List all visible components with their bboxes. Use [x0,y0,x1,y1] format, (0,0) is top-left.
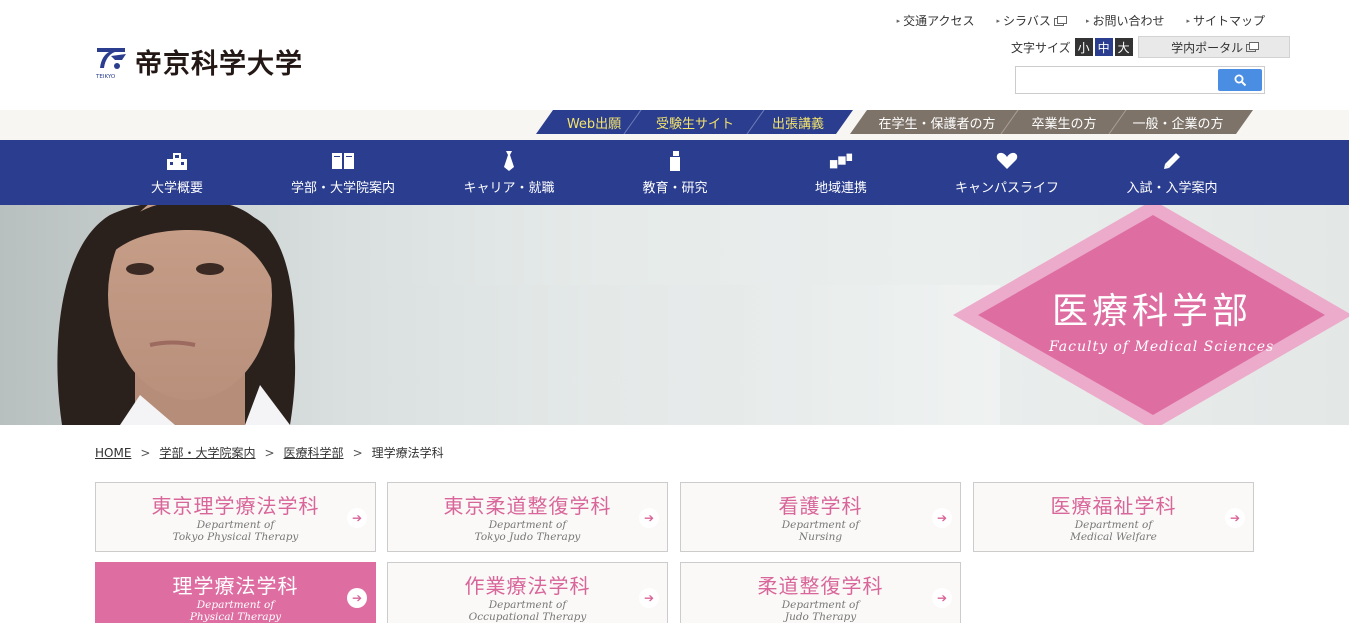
breadcrumb-current: 理学療法学科 [371,446,444,460]
pencil-icon [1160,150,1184,172]
breadcrumb-faculties[interactable]: 学部・大学院案内 [159,444,255,461]
util-link-contact[interactable]: ▸ お問い合わせ [1086,12,1165,29]
dept-card-physical-therapy[interactable]: 理学療法学科 Department of Physical Therapy ➔ [95,562,376,623]
arrow-icon: ▸ [996,16,1001,25]
arrow-right-icon: ➔ [932,588,952,608]
breadcrumb-separator: > [352,445,363,460]
nav-community[interactable]: 地域連携 [761,140,921,205]
dept-card-occupational-therapy[interactable]: 作業療法学科 Department of Occupational Therap… [387,562,668,623]
breadcrumb: HOME > 学部・大学院案内 > 医療科学部 > 理学療法学科 [95,444,444,461]
dept-card-tokyo-physical-therapy[interactable]: 東京理学療法学科 Department of Tokyo Physical Th… [95,482,376,552]
hero-title: 医療科学部 [1052,291,1253,332]
site-header: TEIKYO 帝京科学大学 ▸ 交通アクセス ▸ シラバス ▸ お問い合わせ ▸ サイト… [0,0,1349,110]
nav-about[interactable]: 大学概要 [97,140,257,205]
audience-nav: Web出願 受験生サイト 出張講義 在学生・保護者の方 卒業生の方 一般・企業の… [0,110,1349,140]
heart-icon [995,150,1019,172]
nav-admissions[interactable]: 入試・入学案内 [1092,140,1252,205]
university-logo[interactable]: TEIKYO 帝京科学大学 [95,42,303,81]
main-nav: 大学概要 学部・大学院案内 キャリア・就職 教育・研究 地域連携 キャンパスライ… [0,140,1349,205]
breadcrumb-separator: > [140,445,151,460]
dept-card-tokyo-judo-therapy[interactable]: 東京柔道整復学科 Department of Tokyo Judo Therap… [387,482,668,552]
arrow-icon: ▸ [1186,16,1190,25]
search-box [1015,66,1265,94]
subnav-outreach-lecture[interactable]: 出張講義 [756,110,840,134]
font-size-small-button[interactable]: 小 [1074,38,1093,56]
arrow-right-icon: ➔ [639,508,659,528]
necktie-icon [497,150,521,172]
util-link-sitemap[interactable]: ▸ サイトマップ [1186,12,1265,29]
book-icon [331,150,355,172]
dept-card-nursing[interactable]: 看護学科 Department of Nursing ➔ [680,482,961,552]
svg-text:TEIKYO: TEIKYO [95,74,116,80]
search-input[interactable] [1016,67,1214,93]
external-link-icon [1246,42,1260,52]
hero-subtitle: Faculty of Medical Sciences [1049,339,1275,355]
faculty-hero-banner: 医療科学部 Faculty of Medical Sciences [0,205,1349,425]
nav-faculties[interactable]: 学部・大学院案内 [263,140,423,205]
subnav-applicant-site[interactable]: 受験生サイト [636,110,754,134]
subnav-general-business[interactable]: 一般・企業の方 [1120,110,1236,134]
dept-card-medical-welfare[interactable]: 医療福祉学科 Department of Medical Welfare ➔ [973,482,1254,552]
external-link-icon [1053,15,1067,26]
arrow-icon: ▸ [896,16,901,25]
arrow-right-icon: ➔ [932,508,952,528]
flask-icon [663,150,687,172]
logo-text: 帝京科学大学 [135,49,303,80]
arrow-right-icon: ➔ [1225,508,1245,528]
portal-button[interactable]: 学内ポータル [1137,36,1290,58]
arrow-right-icon: ➔ [347,508,367,528]
subnav-web-application[interactable]: Web出願 [552,110,636,134]
breadcrumb-home[interactable]: HOME [95,446,131,460]
search-icon [1234,74,1246,86]
font-size-medium-button[interactable]: 中 [1094,38,1113,56]
utility-links: ▸ 交通アクセス ▸ シラバス ▸ お問い合わせ ▸ サイトマップ [897,12,1265,29]
dept-card-judo-therapy[interactable]: 柔道整復学科 Department of Judo Therapy ➔ [680,562,961,623]
breadcrumb-separator: > [264,445,275,460]
arrow-right-icon: ➔ [639,588,659,608]
util-link-syllabus[interactable]: ▸ シラバス [996,12,1067,29]
nav-campus-life[interactable]: キャンパスライフ [927,140,1087,205]
util-link-access[interactable]: ▸ 交通アクセス [897,12,975,29]
arrow-right-icon: ➔ [347,588,367,608]
font-size-label: 文字サイズ [1011,40,1071,55]
arrow-icon: ▸ [1085,16,1090,25]
building-icon [165,150,189,172]
handshake-icon [829,150,853,172]
subnav-students-parents[interactable]: 在学生・保護者の方 [866,110,1008,134]
subnav-alumni[interactable]: 卒業生の方 [1012,110,1116,134]
font-size-large-button[interactable]: 大 [1114,38,1133,56]
font-size-controls: 文字サイズ 小 中 大 学内ポータル [1011,36,1290,58]
nav-career[interactable]: キャリア・就職 [429,140,589,205]
search-button[interactable] [1218,69,1262,91]
nav-education-research[interactable]: 教育・研究 [595,140,755,205]
logo-mark-icon: TEIKYO [95,44,129,80]
breadcrumb-medical-sciences[interactable]: 医療科学部 [284,444,344,461]
